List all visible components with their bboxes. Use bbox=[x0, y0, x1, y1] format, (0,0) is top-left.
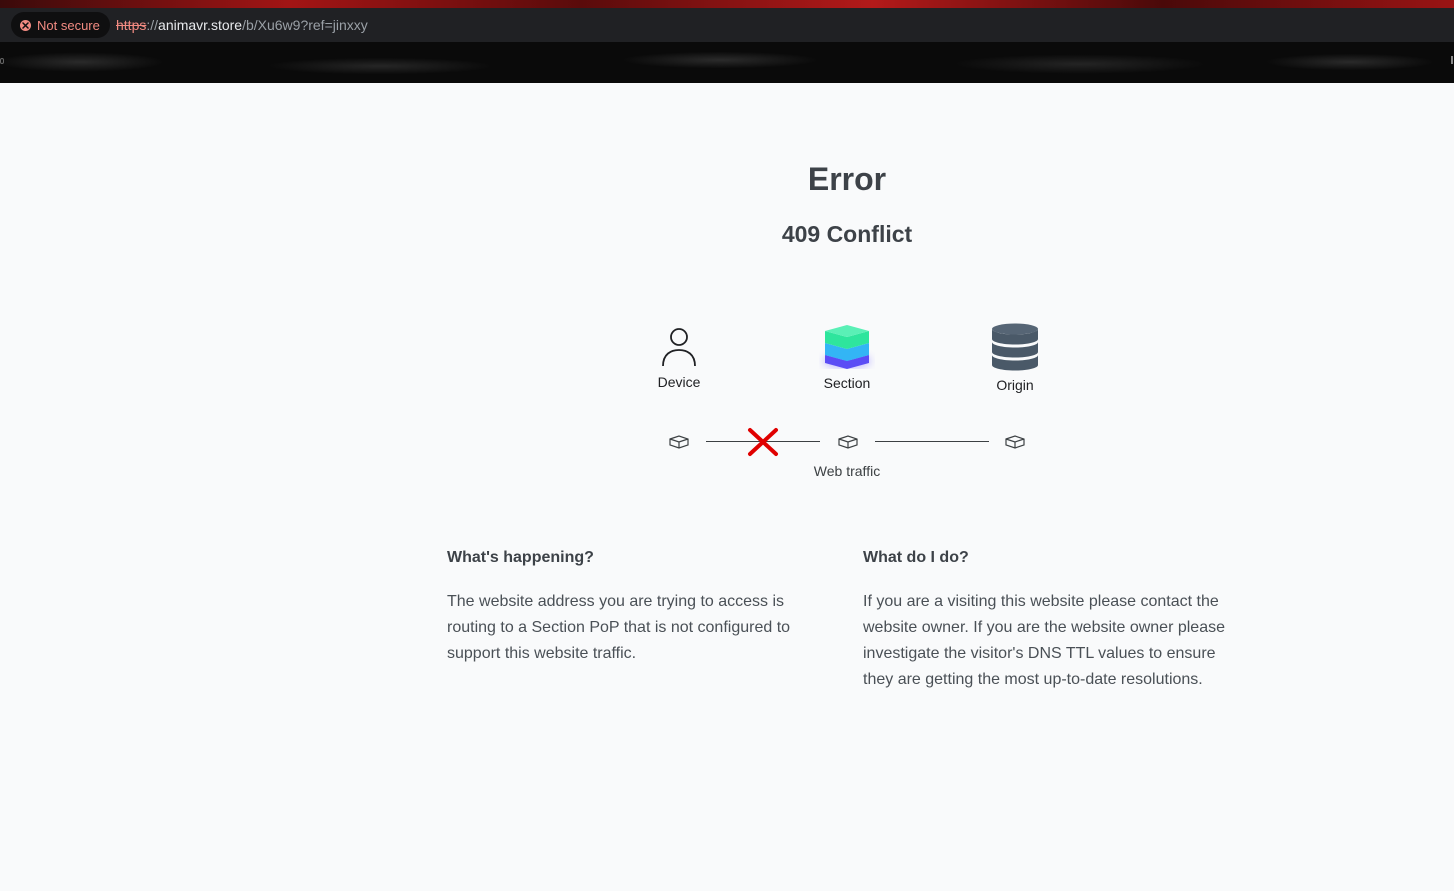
what-do-i-do-heading: What do I do? bbox=[863, 549, 969, 566]
whats-happening-text: The website address you are trying to ac… bbox=[447, 593, 791, 662]
red-x-icon bbox=[748, 428, 778, 456]
whats-happening-section: What's happening? The website address yo… bbox=[447, 549, 807, 667]
edge-handle-right bbox=[1451, 56, 1453, 64]
security-label: Not secure bbox=[37, 17, 100, 33]
security-indicator[interactable]: Not secure bbox=[11, 12, 110, 38]
what-do-i-do-section: What do I do? If you are a visiting this… bbox=[863, 549, 1235, 693]
stacked-layers-icon bbox=[823, 325, 871, 369]
person-icon bbox=[662, 328, 696, 367]
database-icon bbox=[992, 323, 1038, 371]
page-title: Error bbox=[807, 161, 887, 197]
url-path: /b/Xu6w9?ref=jinxxy bbox=[242, 17, 368, 33]
device-endpoint-icon bbox=[669, 435, 689, 449]
section-node: Section bbox=[777, 323, 917, 391]
whats-happening-heading: What's happening? bbox=[447, 549, 594, 566]
url-separator: :// bbox=[146, 17, 159, 33]
toolbar-area bbox=[0, 42, 1454, 83]
web-traffic-label: Web traffic bbox=[813, 463, 881, 479]
url-host: animavr.store bbox=[158, 17, 243, 33]
origin-label: Origin bbox=[996, 377, 1034, 393]
section-origin-link bbox=[875, 441, 989, 442]
what-do-i-do-text: If you are a visiting this website pleas… bbox=[863, 593, 1225, 688]
section-label: Section bbox=[823, 375, 871, 391]
url-text[interactable]: https://animavr.store/b/Xu6w9?ref=jinxxy bbox=[116, 17, 368, 33]
address-bar[interactable]: Not secure https://animavr.store/b/Xu6w9… bbox=[0, 8, 1454, 42]
tab-strip bbox=[0, 0, 1454, 8]
device-label: Device bbox=[657, 374, 701, 390]
device-node: Device bbox=[609, 326, 749, 390]
section-endpoint-icon bbox=[838, 435, 858, 449]
origin-node: Origin bbox=[945, 323, 1085, 393]
page-subtitle: 409 Conflict bbox=[781, 221, 913, 247]
url-scheme: https bbox=[116, 17, 147, 33]
edge-handle-left bbox=[0, 58, 4, 64]
not-secure-icon bbox=[20, 19, 31, 31]
error-page: Error 409 Conflict Device Section Origin… bbox=[0, 83, 1454, 891]
browser-chrome: Not secure https://animavr.store/b/Xu6w9… bbox=[0, 0, 1454, 83]
origin-endpoint-icon bbox=[1005, 435, 1025, 449]
